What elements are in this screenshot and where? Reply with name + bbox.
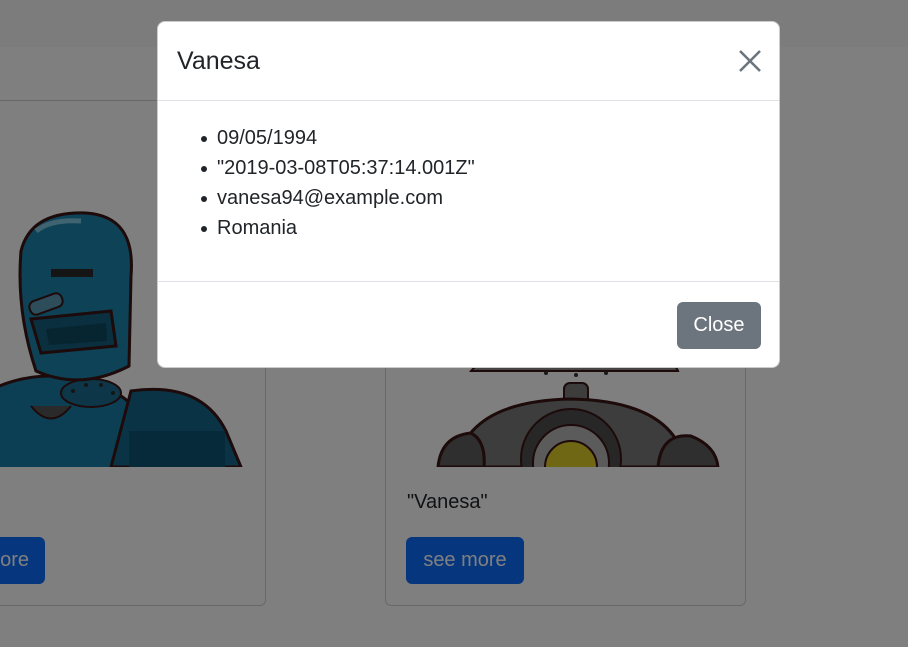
detail-registered: "2019-03-08T05:37:14.001Z": [201, 153, 475, 183]
modal-body: 09/05/1994 "2019-03-08T05:37:14.001Z" va…: [158, 101, 779, 282]
modal-title: Vanesa: [177, 47, 260, 75]
detail-country: Romania: [201, 213, 475, 243]
close-icon[interactable]: [736, 47, 764, 75]
details-list: 09/05/1994 "2019-03-08T05:37:14.001Z" va…: [201, 123, 475, 243]
close-button[interactable]: Close: [677, 302, 761, 349]
user-details-modal: Vanesa 09/05/1994 "2019-03-08T05:37:14.0…: [157, 21, 780, 368]
modal-footer: Close: [158, 281, 779, 367]
detail-birthdate: 09/05/1994: [201, 123, 475, 153]
page: ore "Vanesa" see more Vanesa: [0, 0, 908, 647]
modal-header: Vanesa: [158, 22, 779, 101]
detail-email: vanesa94@example.com: [201, 183, 475, 213]
